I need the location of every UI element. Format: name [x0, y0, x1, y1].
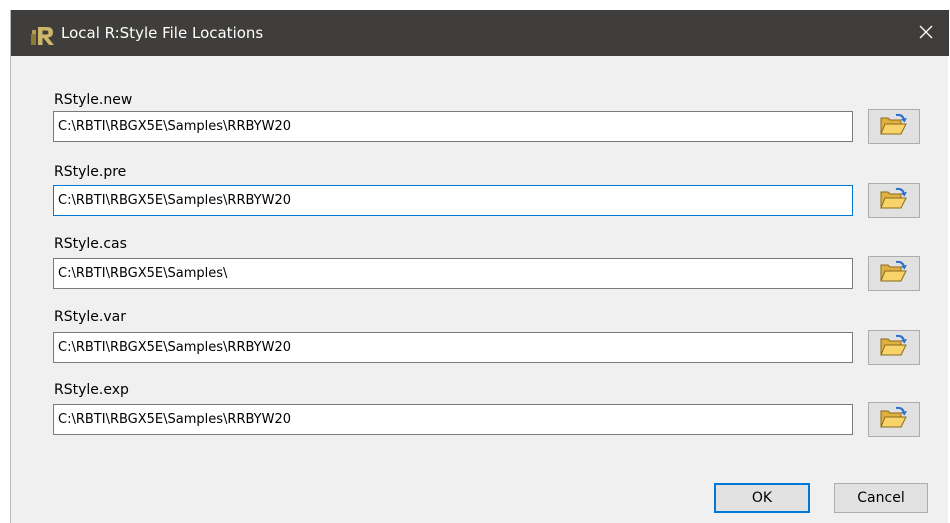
dialog-window: Local R:Style File Locations RStyle.new …: [10, 10, 949, 523]
open-folder-icon: [879, 260, 909, 288]
ok-button[interactable]: OK: [714, 483, 810, 513]
path-input-rstyle-pre[interactable]: [53, 185, 853, 216]
path-input-rstyle-cas[interactable]: [53, 258, 853, 289]
open-folder-icon: [879, 406, 909, 434]
open-folder-icon: [879, 334, 909, 362]
window-title: Local R:Style File Locations: [61, 24, 264, 42]
title-bar: Local R:Style File Locations: [11, 10, 949, 56]
field-label-rstyle-var: RStyle.var: [54, 309, 126, 325]
browse-button-rstyle-var[interactable]: [868, 330, 920, 365]
browse-button-rstyle-pre[interactable]: [868, 183, 920, 218]
open-folder-icon: [879, 113, 909, 141]
browse-button-rstyle-exp[interactable]: [868, 402, 920, 437]
field-label-rstyle-cas: RStyle.cas: [54, 236, 127, 252]
browse-button-rstyle-new[interactable]: [868, 109, 920, 144]
path-input-rstyle-var[interactable]: [53, 332, 853, 363]
field-label-rstyle-new: RStyle.new: [54, 92, 133, 108]
app-r-logo-icon: [31, 25, 55, 45]
browse-button-rstyle-cas[interactable]: [868, 256, 920, 291]
open-folder-icon: [879, 187, 909, 215]
close-icon: [919, 24, 933, 43]
field-label-rstyle-pre: RStyle.pre: [54, 164, 127, 180]
path-input-rstyle-new[interactable]: [53, 111, 853, 142]
close-button[interactable]: [903, 10, 949, 56]
field-label-rstyle-exp: RStyle.exp: [54, 382, 129, 398]
cancel-button[interactable]: Cancel: [834, 483, 928, 513]
path-input-rstyle-exp[interactable]: [53, 404, 853, 435]
